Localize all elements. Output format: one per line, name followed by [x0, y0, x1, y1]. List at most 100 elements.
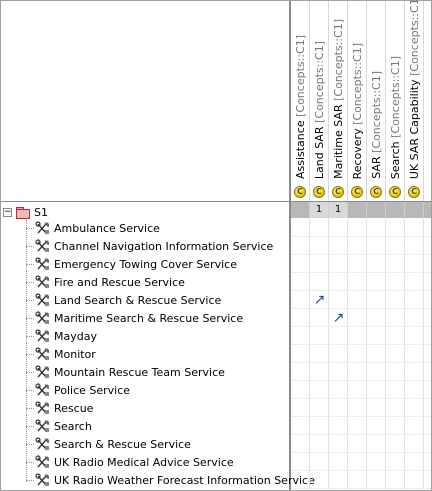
tree-branch-line	[26, 317, 34, 319]
tree-item[interactable]: Rescue	[26, 399, 93, 417]
grid-row	[291, 399, 431, 417]
grid-row	[291, 381, 431, 399]
service-tools-icon	[35, 383, 51, 397]
column-header[interactable]: Maritime SAR [Concepts::C1]C	[329, 1, 348, 201]
package-icon	[16, 206, 30, 219]
summary-cell[interactable]	[386, 202, 405, 218]
tree-branch-line	[26, 479, 34, 481]
column-header-label: Search [Concepts::C1]	[389, 56, 402, 179]
grid-row	[291, 327, 431, 345]
tree-item-label: Emergency Towing Cover Service	[54, 257, 237, 271]
summary-row: 11	[291, 202, 431, 218]
summary-cell[interactable]	[367, 202, 386, 218]
dependency-arrow-icon[interactable]: ↗	[329, 309, 348, 327]
tree-branch-line	[26, 407, 34, 409]
tree-item[interactable]: Ambulance Service	[26, 219, 160, 237]
tree-item[interactable]: Monitor	[26, 345, 96, 363]
service-tools-icon	[35, 473, 51, 487]
column-name: UK SAR Capability	[408, 79, 421, 179]
grid-row	[291, 219, 431, 237]
tree-item-label: Land Search & Rescue Service	[54, 293, 222, 307]
tree-item[interactable]: Land Search & Rescue Service	[26, 291, 221, 309]
dependency-matrix: Assistance [Concepts::C1] C Land SAR [Conc…	[0, 0, 432, 491]
tree-item[interactable]: Police Service	[26, 381, 130, 399]
capability-icon: C	[332, 186, 344, 198]
service-tools-icon	[35, 239, 51, 253]
tree-root[interactable]: − S1	[3, 204, 48, 220]
tree-item[interactable]: Search & Rescue Service	[26, 435, 191, 453]
summary-cell[interactable]	[405, 202, 424, 218]
tree-branch-line	[26, 353, 34, 355]
tree-item[interactable]: Mayday	[26, 327, 97, 345]
column-name: Land SAR	[313, 126, 326, 179]
tree-item-label: Search & Rescue Service	[54, 437, 191, 451]
tree-item[interactable]: Channel Navigation Information Service	[26, 237, 273, 255]
tree-item-label: Monitor	[54, 347, 96, 361]
column-header[interactable]: Recovery [Concepts::C1] C	[348, 1, 367, 201]
tree-item-label: UK Radio Weather Forecast Information Se…	[54, 473, 315, 487]
column-header[interactable]: UK SAR Capability [Concepts::C1]C	[405, 0, 424, 201]
summary-cell[interactable]: 1	[310, 202, 329, 218]
dependency-arrow-icon[interactable]: ↗	[310, 291, 329, 309]
column-name: Assistance	[294, 120, 307, 179]
column-header-label: Recovery [Concepts::C1]	[351, 43, 364, 179]
column-header[interactable]: Assistance [Concepts::C1]C	[291, 1, 310, 201]
service-tools-icon	[35, 275, 51, 289]
service-tools-icon	[35, 293, 51, 307]
tree-item[interactable]: UK Radio Medical Advice Service	[26, 453, 234, 471]
column-qualifier: [Concepts::C1]	[351, 42, 364, 125]
matrix-grid: 11 ↗ ↗	[291, 202, 431, 490]
service-tools-icon	[35, 311, 51, 325]
tree-item[interactable]: UK Radio Weather Forecast Information Se…	[26, 471, 315, 489]
column-qualifier: [Concepts::C1]	[370, 71, 383, 154]
tree-item[interactable]: Search	[26, 417, 92, 435]
column-header-label: SAR [Concepts::C1]	[370, 71, 383, 179]
service-tools-icon	[35, 365, 51, 379]
summary-cell[interactable]	[291, 202, 310, 218]
tree-item-label: Mountain Rescue Team Service	[54, 365, 225, 379]
service-tools-icon	[35, 329, 51, 343]
column-header[interactable]: Land SAR [Concepts::C1] C	[310, 1, 329, 201]
tree-branch-line	[26, 371, 34, 373]
column-headers: Assistance [Concepts::C1] C Land SAR [Conc…	[291, 0, 431, 201]
service-tools-icon	[35, 437, 51, 451]
column-name: Search	[389, 141, 402, 179]
column-header[interactable]: Search [Concepts::C1] C	[386, 1, 405, 201]
summary-cell[interactable]: 1	[329, 202, 348, 218]
summary-cell[interactable]	[348, 202, 367, 218]
tree-branch-line	[26, 281, 34, 283]
column-name: Maritime SAR	[332, 104, 345, 179]
capability-icon: C	[408, 186, 420, 198]
grid-row	[291, 345, 431, 363]
service-tools-icon	[35, 455, 51, 469]
tree-item[interactable]: Mountain Rescue Team Service	[26, 363, 225, 381]
tree-item-label: Channel Navigation Information Service	[54, 239, 274, 253]
tree-branch-line	[26, 335, 34, 337]
service-tools-icon	[35, 419, 51, 433]
column-header-label: Land SAR [Concepts::C1]	[313, 41, 326, 179]
grid-row	[291, 309, 431, 327]
column-qualifier: [Concepts::C1]	[332, 19, 345, 101]
column-header[interactable]: SAR [Concepts::C1] C	[367, 1, 386, 201]
service-tools-icon	[35, 401, 51, 415]
collapse-toggle-icon[interactable]: −	[3, 207, 12, 217]
grid-row	[291, 255, 431, 273]
tree-item-label: Ambulance Service	[54, 221, 160, 235]
grid-row	[291, 435, 431, 453]
tree-branch-line	[26, 461, 34, 463]
tree-item[interactable]: Fire and Rescue Service	[26, 273, 185, 291]
tree-item-label: Search	[54, 419, 92, 433]
column-qualifier: [Concepts::C1]	[294, 34, 307, 117]
tree-item-label: UK Radio Medical Advice Service	[54, 455, 234, 469]
grid-row	[291, 453, 431, 471]
tree-item[interactable]: Maritime Search & Rescue Service	[26, 309, 243, 327]
column-header-label: UK SAR Capability [Concepts::C1]	[408, 0, 421, 179]
column-header-label: Assistance [Concepts::C1]	[294, 35, 307, 179]
tree-item-label: Fire and Rescue Service	[54, 275, 185, 289]
column-qualifier: [Concepts::C1]	[389, 55, 402, 138]
capability-icon: C	[294, 186, 306, 198]
tree-branch-line	[26, 299, 34, 301]
column-qualifier: [Concepts::C1]	[408, 0, 421, 76]
tree-item[interactable]: Emergency Towing Cover Service	[26, 255, 237, 273]
column-name: Recovery	[351, 127, 364, 179]
